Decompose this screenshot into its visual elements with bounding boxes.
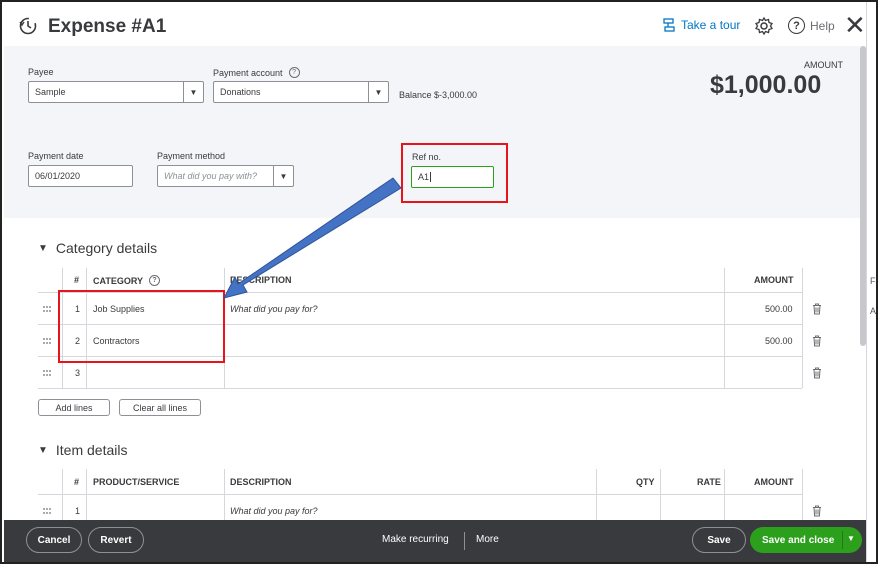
drag-handle-icon[interactable] xyxy=(42,507,52,515)
divider xyxy=(724,268,725,388)
save-and-close-label: Save and close xyxy=(762,534,835,546)
page-title: Expense #A1 xyxy=(48,16,167,37)
row-num: 1 xyxy=(75,506,81,516)
row-amount[interactable]: 500.00 xyxy=(765,336,793,346)
divider xyxy=(464,532,465,550)
help-icon: ? xyxy=(788,17,805,34)
history-icon[interactable] xyxy=(18,16,38,36)
row-num: 3 xyxy=(75,368,81,378)
item-details-title: Item details xyxy=(55,442,128,458)
payee-select[interactable]: Sample ▼ xyxy=(28,81,204,103)
divider xyxy=(802,268,803,388)
divider xyxy=(38,388,802,389)
chevron-down-icon[interactable]: ▼ xyxy=(368,82,388,102)
close-icon[interactable]: ✕ xyxy=(844,12,866,38)
col-product: PRODUCT/SERVICE xyxy=(93,477,180,487)
trash-icon[interactable] xyxy=(812,367,822,379)
payment-account-value: Donations xyxy=(220,87,261,97)
clear-all-lines-button[interactable]: Clear all lines xyxy=(119,399,201,416)
add-lines-button[interactable]: Add lines xyxy=(38,399,110,416)
chevron-down-icon[interactable]: ▼ xyxy=(847,534,855,543)
header: Expense #A1 Take a tour ? Help ✕ xyxy=(4,4,866,46)
gear-icon[interactable] xyxy=(754,16,774,36)
annotation-highlight-category xyxy=(58,290,225,363)
payment-date-value: 06/01/2020 xyxy=(35,171,81,181)
divider xyxy=(802,469,803,520)
save-and-close-button[interactable]: Save and close ▼ xyxy=(750,527,862,553)
more-button[interactable]: More xyxy=(476,534,499,545)
col-description: DESCRIPTION xyxy=(230,477,292,487)
background-page-edge: Fa A xyxy=(866,2,877,562)
divider xyxy=(38,494,802,495)
item-details-toggle[interactable]: ▼ Item details xyxy=(38,442,128,458)
divider xyxy=(842,531,843,549)
divider xyxy=(660,469,661,520)
col-qty: QTY xyxy=(636,477,655,487)
annotation-arrow xyxy=(223,177,402,299)
drag-handle-icon[interactable] xyxy=(42,305,52,313)
col-amount: AMOUNT xyxy=(754,275,794,285)
col-rate: RATE xyxy=(697,477,721,487)
trash-icon[interactable] xyxy=(812,303,822,315)
divider xyxy=(596,469,597,520)
col-num: # xyxy=(74,275,80,285)
divider xyxy=(62,469,63,520)
payment-account-label-wrap: Payment account ? xyxy=(213,67,300,78)
info-icon[interactable]: ? xyxy=(288,67,300,78)
account-balance: Balance $-3,000.00 xyxy=(399,90,478,100)
col-num: # xyxy=(74,477,80,487)
category-details-toggle[interactable]: ▼ Category details xyxy=(38,240,157,256)
expense-window: Expense #A1 Take a tour ? Help ✕ Payee S… xyxy=(0,0,878,564)
revert-button[interactable]: Revert xyxy=(88,527,144,553)
trash-icon[interactable] xyxy=(812,335,822,347)
col-amount: AMOUNT xyxy=(754,477,794,487)
cancel-button[interactable]: Cancel xyxy=(26,527,82,553)
info-icon[interactable]: ? xyxy=(149,275,161,286)
amount-total: $1,000.00 xyxy=(710,71,822,99)
help-button[interactable]: ? Help xyxy=(788,17,835,34)
payment-date-label: Payment date xyxy=(28,151,84,161)
payment-method-label: Payment method xyxy=(157,151,226,161)
tour-icon xyxy=(663,18,675,32)
payee-label: Payee xyxy=(28,67,54,77)
edge-text: Fa xyxy=(870,276,876,286)
col-category: CATEGORY xyxy=(93,275,144,286)
divider xyxy=(86,469,87,520)
amount-label: AMOUNT xyxy=(804,60,843,70)
caret-down-icon: ▼ xyxy=(38,242,48,254)
payment-account-select[interactable]: Donations ▼ xyxy=(213,81,389,103)
take-tour-label: Take a tour xyxy=(681,18,741,32)
footer-bar: Cancel Revert Make recurring More Save S… xyxy=(4,520,866,562)
trash-icon[interactable] xyxy=(812,505,822,517)
chevron-down-icon[interactable]: ▼ xyxy=(183,82,203,102)
category-details-title: Category details xyxy=(55,240,158,256)
scrollbar[interactable] xyxy=(860,46,866,346)
annotation-highlight-ref xyxy=(401,143,508,203)
help-label: Help xyxy=(810,18,835,33)
row-description[interactable]: What did you pay for? xyxy=(230,506,318,516)
payee-value: Sample xyxy=(35,87,66,97)
take-tour-link[interactable]: Take a tour xyxy=(662,18,740,32)
divider xyxy=(724,469,725,520)
drag-handle-icon[interactable] xyxy=(42,337,52,345)
row-amount[interactable]: 500.00 xyxy=(765,304,793,314)
caret-down-icon: ▼ xyxy=(38,444,48,456)
make-recurring-button[interactable]: Make recurring xyxy=(382,534,449,545)
drag-handle-icon[interactable] xyxy=(42,369,52,377)
col-category-wrap: CATEGORY ? xyxy=(93,275,161,286)
payment-account-label: Payment account xyxy=(213,67,283,78)
divider xyxy=(224,469,225,520)
edge-text: A xyxy=(870,306,877,316)
payment-date-field[interactable]: 06/01/2020 xyxy=(28,165,133,187)
save-button[interactable]: Save xyxy=(692,527,746,553)
